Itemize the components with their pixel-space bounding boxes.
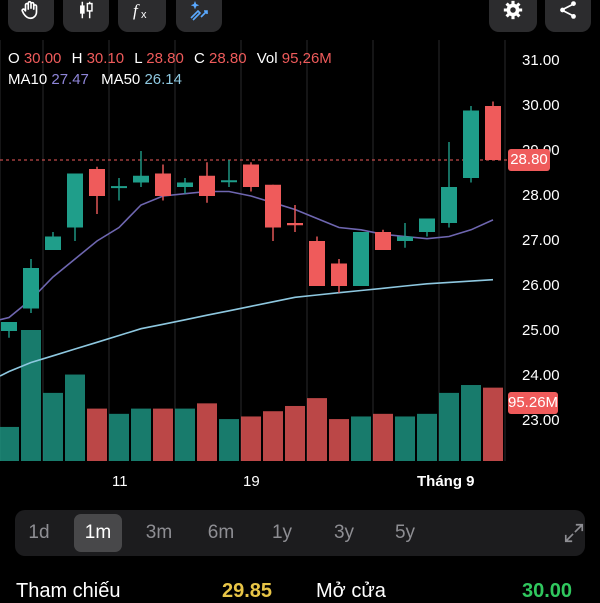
open-value: 30.00	[23, 50, 62, 67]
high-label: H	[71, 50, 83, 67]
ma10-label: MA10	[8, 71, 48, 88]
ma-legend: MA10 27.47 MA50 26.14	[8, 71, 182, 88]
candle-body	[89, 169, 105, 196]
volume-bar	[87, 408, 107, 461]
candle-body	[199, 175, 215, 196]
period-selector: 1d 1m 3m 6m 1y 3y 5y	[15, 510, 585, 556]
period-1y[interactable]: 1y	[258, 514, 306, 552]
volume-bar	[417, 413, 437, 461]
volume-bar	[43, 392, 63, 461]
volume-bar	[351, 416, 371, 461]
candle-body	[221, 180, 237, 183]
volume-bar	[131, 408, 151, 461]
volume-bar	[197, 403, 217, 461]
candle-body	[419, 218, 435, 232]
price-tick: 28.00	[522, 187, 560, 204]
volume-bar	[307, 398, 327, 461]
candle-body	[23, 268, 39, 309]
volume-bar	[373, 413, 393, 461]
candle-body	[375, 232, 391, 250]
candle-body	[45, 236, 61, 250]
close-label: C	[193, 50, 205, 67]
candle-body	[111, 186, 127, 189]
volume-bar	[439, 392, 459, 461]
volume-value: 95,26M	[281, 50, 332, 67]
close-value: 28.80	[209, 50, 247, 67]
volume-bar	[483, 387, 503, 461]
candle-body	[133, 175, 149, 183]
candle-body	[353, 232, 369, 286]
price-tick: 25.00	[522, 322, 560, 339]
candle-body	[155, 173, 171, 196]
candle-body	[463, 110, 479, 178]
candle-body	[485, 106, 501, 160]
period-3y[interactable]: 3y	[320, 514, 368, 552]
volume-bar	[219, 419, 239, 461]
current-price-tag: 28.80	[508, 149, 550, 171]
candle-body	[67, 173, 83, 228]
candle-body	[309, 241, 325, 286]
period-6m[interactable]: 6m	[197, 514, 245, 552]
date-tick: 11	[112, 473, 128, 490]
period-3m[interactable]: 3m	[135, 514, 183, 552]
volume-bar	[395, 416, 415, 461]
expand-icon[interactable]	[563, 522, 585, 544]
volume-label: Vol	[256, 50, 278, 67]
candle-body	[441, 187, 457, 223]
volume-bar	[175, 408, 195, 461]
ma10-value: 27.47	[51, 71, 89, 88]
price-tick: 23.00	[522, 412, 560, 429]
volume-bar	[329, 419, 349, 461]
volume-bar	[285, 405, 305, 461]
price-tick: 30.00	[522, 97, 560, 114]
high-value: 30.10	[86, 50, 125, 67]
volume-bar	[65, 374, 85, 461]
price-tick: 26.00	[522, 277, 560, 294]
volume-bar	[153, 408, 173, 461]
price-tick: 24.00	[522, 367, 560, 384]
period-1d[interactable]: 1d	[15, 514, 63, 552]
ma50-label: MA50	[101, 71, 141, 88]
volume-bar	[109, 413, 129, 461]
candle-body	[1, 322, 17, 331]
volume-bar	[461, 385, 481, 461]
volume-tag: 95.26M	[508, 392, 558, 414]
low-value: 28.80	[146, 50, 184, 67]
price-tick: 27.00	[522, 232, 560, 249]
candle-body	[243, 164, 259, 187]
volume-bar	[241, 416, 261, 461]
candle-body	[287, 223, 303, 226]
period-1m[interactable]: 1m	[74, 514, 122, 552]
ma50-line	[0, 278, 494, 377]
candle-body	[177, 182, 193, 187]
ohlc-legend: O 30.00 H 30.10 L 28.80 C 28.80 Vol 95,2…	[8, 50, 338, 67]
month-tick: Tháng 9	[417, 473, 475, 490]
ma50-value: 26.14	[144, 71, 182, 88]
date-tick: 19	[243, 473, 260, 490]
low-label: L	[134, 50, 143, 67]
period-5y[interactable]: 5y	[381, 514, 429, 552]
volume-bar	[21, 330, 41, 461]
volume-bar	[263, 411, 283, 461]
candle-body	[397, 236, 413, 241]
candle-body	[331, 263, 347, 286]
open-label: O	[8, 50, 20, 67]
volume-bar	[0, 426, 19, 461]
candle-body	[265, 184, 281, 228]
price-tick: 31.00	[522, 52, 560, 69]
